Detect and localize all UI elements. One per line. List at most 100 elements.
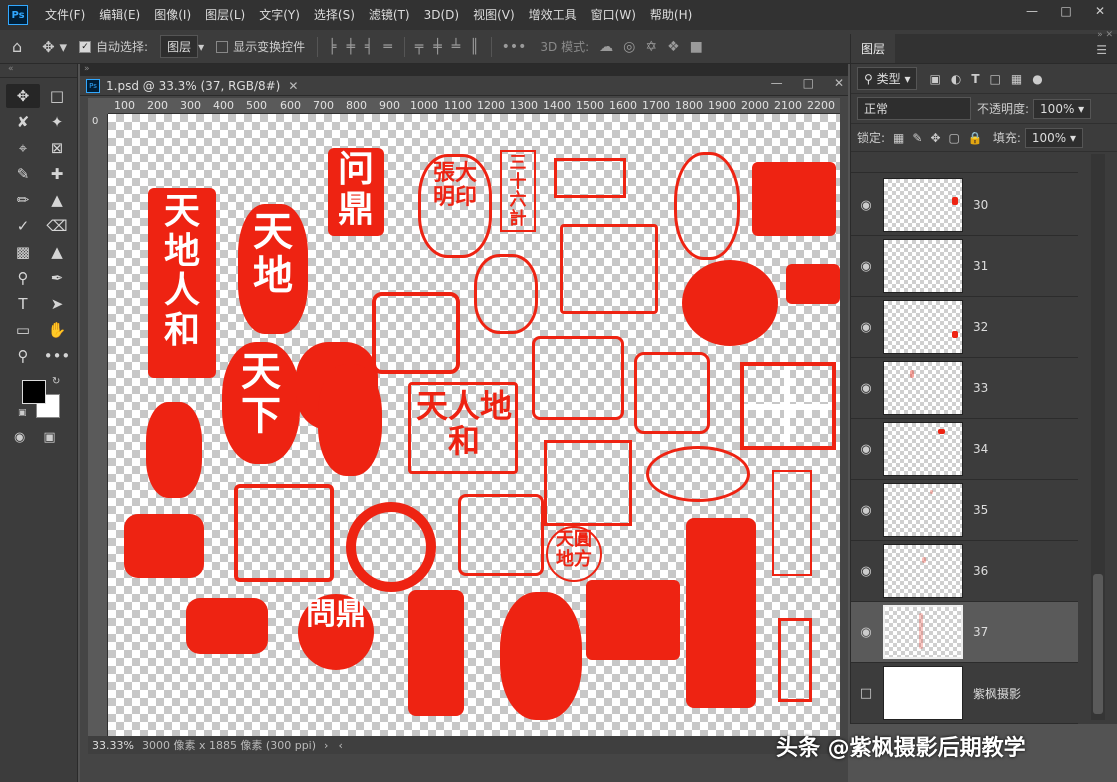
zoom-level[interactable]: 33.33% bbox=[92, 739, 134, 752]
align-middle-icon[interactable]: ╪ bbox=[433, 39, 441, 55]
type-tool-icon[interactable]: T bbox=[6, 292, 40, 316]
default-colors-icon[interactable]: ▣ bbox=[18, 408, 27, 418]
history-brush-icon[interactable]: ✓ bbox=[6, 214, 40, 238]
menu-edit[interactable]: 编辑(E) bbox=[92, 0, 147, 30]
menu-help[interactable]: 帮助(H) bbox=[643, 0, 699, 30]
layers-scrollbar[interactable] bbox=[1091, 154, 1105, 720]
more-options-icon[interactable]: ••• bbox=[502, 39, 527, 55]
document-tab[interactable]: Ps 1.psd @ 33.3% (37, RGB/8#) ✕ — □ ✕ bbox=[80, 76, 848, 96]
opacity-input[interactable]: 100% ▾ bbox=[1033, 98, 1092, 119]
eye-icon[interactable]: ◉ bbox=[851, 503, 881, 518]
lock-artboard-icon[interactable]: ▢ bbox=[949, 131, 960, 145]
more-tools-icon[interactable]: ••• bbox=[40, 344, 74, 368]
close-tab-icon[interactable]: ✕ bbox=[288, 79, 298, 93]
layer-row[interactable]: □ 紫枫摄影 bbox=[851, 663, 1078, 724]
eraser-icon[interactable]: ⌫ bbox=[40, 214, 74, 238]
home-icon[interactable]: ⌂ bbox=[12, 37, 22, 56]
menu-file[interactable]: 文件(F) bbox=[38, 0, 92, 30]
canvas[interactable]: 天地人和 天地 天下 问鼎 問鼎 張大明印 天人地和 三十六計 天圓地方 bbox=[108, 114, 840, 736]
brush-tool-icon[interactable]: ✏ bbox=[6, 188, 40, 212]
auto-select-toggle[interactable]: ✓ 自动选择: bbox=[79, 38, 148, 55]
filter-pixel-icon[interactable]: ▣ bbox=[929, 72, 940, 86]
layer-row[interactable] bbox=[851, 155, 1078, 173]
orbit-3d-icon[interactable]: ☁ bbox=[599, 39, 613, 55]
move-tool-icon[interactable]: ✥ ▾ bbox=[42, 38, 67, 56]
gradient-icon[interactable]: ▩ bbox=[6, 240, 40, 264]
marquee-tool-icon[interactable]: □ bbox=[40, 84, 74, 108]
eye-icon[interactable]: ◉ bbox=[851, 625, 881, 640]
frame-tool-icon[interactable]: ⊠ bbox=[40, 136, 74, 160]
camera-3d-icon[interactable]: ■ bbox=[690, 39, 703, 55]
foreground-color[interactable] bbox=[22, 380, 46, 404]
maximize-icon[interactable]: □ bbox=[1049, 0, 1083, 22]
eye-icon[interactable]: ◉ bbox=[851, 442, 881, 457]
document-info[interactable]: 3000 像素 x 1885 像素 (300 ppi) bbox=[142, 737, 316, 753]
collapse-arrows-icon[interactable]: » bbox=[80, 64, 848, 76]
dodge-icon[interactable]: ⚲ bbox=[6, 266, 40, 290]
hand-tool-icon[interactable]: ✋ bbox=[40, 318, 74, 342]
panel-menu-icon[interactable]: ☰ bbox=[1096, 43, 1107, 57]
lock-position-icon[interactable]: ✥ bbox=[930, 131, 940, 145]
roll-3d-icon[interactable]: ◎ bbox=[623, 39, 635, 55]
eyedropper-icon[interactable]: ✎ bbox=[6, 162, 40, 186]
chevron-right-icon[interactable]: › bbox=[324, 739, 328, 752]
screen-mode-icon[interactable]: ▣ bbox=[43, 430, 55, 445]
layer-row[interactable]: ◉ 31 bbox=[851, 236, 1078, 297]
visibility-box-icon[interactable]: □ bbox=[851, 686, 881, 701]
slide-3d-icon[interactable]: ❖ bbox=[667, 39, 680, 55]
crop-tool-icon[interactable]: ⌖ bbox=[6, 136, 40, 160]
distribute-icon[interactable]: ║ bbox=[470, 39, 478, 55]
zoom-tool-icon[interactable]: ⚲ bbox=[6, 344, 40, 368]
quick-mask-icon[interactable]: ◉ bbox=[14, 430, 25, 445]
eye-icon[interactable]: ◉ bbox=[851, 381, 881, 396]
eye-icon[interactable]: ◉ bbox=[851, 320, 881, 335]
align-right-icon[interactable]: ╡ bbox=[365, 39, 373, 55]
stamp-tool-icon[interactable]: ▲ bbox=[40, 188, 74, 212]
auto-select-dropdown[interactable]: 图层 ▾ bbox=[160, 35, 204, 58]
align-top-icon[interactable]: ╤ bbox=[415, 39, 423, 55]
filter-type-dropdown[interactable]: ⚲ 类型 ▾ bbox=[857, 67, 918, 90]
path-select-icon[interactable]: ➤ bbox=[40, 292, 74, 316]
menu-window[interactable]: 窗口(W) bbox=[584, 0, 643, 30]
layer-row[interactable]: ◉ 32 bbox=[851, 297, 1078, 358]
close-icon[interactable]: ✕ bbox=[1083, 0, 1117, 22]
filter-shape-icon[interactable]: □ bbox=[990, 72, 1001, 86]
lock-transparent-icon[interactable]: ▦ bbox=[893, 131, 904, 145]
menu-filter[interactable]: 滤镜(T) bbox=[362, 0, 417, 30]
menu-type[interactable]: 文字(Y) bbox=[252, 0, 307, 30]
align-left-icon[interactable]: ╞ bbox=[328, 39, 336, 55]
align-center-icon[interactable]: ╪ bbox=[347, 39, 355, 55]
filter-type-icon[interactable]: T bbox=[971, 72, 979, 86]
lock-image-icon[interactable]: ✎ bbox=[912, 131, 922, 145]
menu-select[interactable]: 选择(S) bbox=[307, 0, 362, 30]
layer-row[interactable]: ◉ 36 bbox=[851, 541, 1078, 602]
minimize-icon[interactable]: — bbox=[1015, 0, 1049, 22]
menu-layer[interactable]: 图层(L) bbox=[198, 0, 252, 30]
align-bottom-icon[interactable]: ╧ bbox=[452, 39, 460, 55]
maximize-icon[interactable]: □ bbox=[803, 76, 814, 90]
pen-tool-icon[interactable]: ✒ bbox=[40, 266, 74, 290]
magic-wand-icon[interactable]: ✦ bbox=[40, 110, 74, 134]
healing-brush-icon[interactable]: ✚ bbox=[40, 162, 74, 186]
sharpen-icon[interactable]: ▲ bbox=[40, 240, 74, 264]
align-vertical-icon[interactable]: ═ bbox=[383, 39, 391, 55]
layer-row[interactable]: ◉ 33 bbox=[851, 358, 1078, 419]
collapse-arrows-icon[interactable]: « bbox=[0, 64, 77, 78]
move-tool-icon[interactable]: ✥ bbox=[6, 84, 40, 108]
pan-3d-icon[interactable]: ✡ bbox=[645, 39, 657, 55]
blend-mode-dropdown[interactable]: 正常 bbox=[857, 97, 971, 120]
filter-adjustment-icon[interactable]: ◐ bbox=[951, 72, 961, 86]
layer-row[interactable]: ◉ 30 bbox=[851, 175, 1078, 236]
lasso-tool-icon[interactable]: ✘ bbox=[6, 110, 40, 134]
tab-layers[interactable]: 图层 bbox=[851, 34, 896, 63]
scroll-left-icon[interactable]: ‹ bbox=[338, 739, 342, 752]
collapse-arrows-icon[interactable]: » ✕ bbox=[1097, 30, 1113, 40]
eye-icon[interactable]: ◉ bbox=[851, 259, 881, 274]
menu-view[interactable]: 视图(V) bbox=[466, 0, 522, 30]
menu-plugins[interactable]: 增效工具 bbox=[522, 0, 584, 30]
eye-icon[interactable]: ◉ bbox=[851, 564, 881, 579]
layer-row[interactable]: ◉ 35 bbox=[851, 480, 1078, 541]
menu-3d[interactable]: 3D(D) bbox=[417, 0, 466, 30]
swap-colors-icon[interactable]: ↻ bbox=[52, 376, 60, 387]
layer-row[interactable]: ◉ 34 bbox=[851, 419, 1078, 480]
